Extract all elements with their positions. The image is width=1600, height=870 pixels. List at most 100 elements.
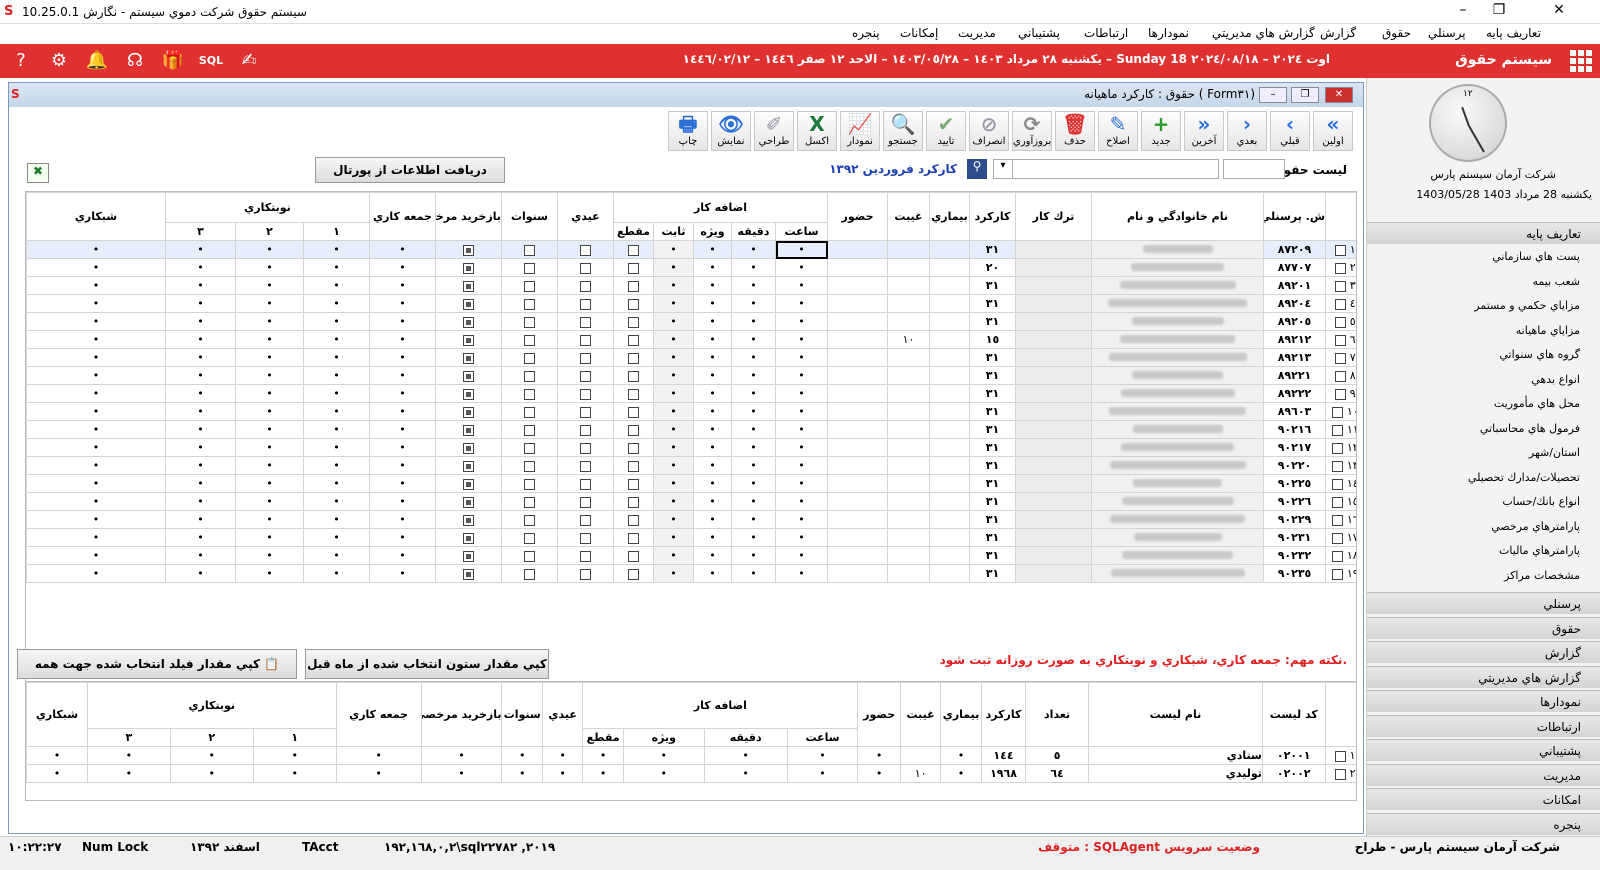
table-row[interactable]: ١٢ ٩٠٢١٧٣١••••••••• [26, 438, 1356, 457]
section-5[interactable]: ارتباطات [1367, 714, 1600, 737]
section-0[interactable]: پرسنلي [1367, 592, 1600, 614]
binoculars-icon[interactable]: ⚲ [967, 159, 987, 179]
section-base[interactable]: تعاريف پايه [1367, 222, 1600, 244]
section-4[interactable]: نمودارها [1367, 690, 1600, 712]
toolbar-edit-button[interactable]: ✎ اصلاح [1098, 111, 1138, 151]
toolbar-excel-button[interactable]: X اكسل [797, 111, 837, 151]
toolbar-plus-button[interactable]: + جديد [1141, 111, 1181, 151]
minimize-button[interactable]: – [1448, 2, 1478, 22]
toolbar-prev-button[interactable]: ‹ قبلي [1270, 111, 1310, 151]
menu-9[interactable]: إمكانات [900, 26, 938, 40]
table-row[interactable]: ١٤ ٩٠٢٢٥٣١••••••••• [26, 474, 1356, 493]
menu-8[interactable]: مديريت [958, 26, 996, 40]
menu-6[interactable]: ارتباطات [1084, 26, 1128, 40]
toolbar-first-button[interactable]: «اولين [1313, 111, 1353, 151]
col-shab: شبكاري [26, 192, 166, 241]
toolbar-last-button[interactable]: » آخرين [1184, 111, 1224, 151]
toolbar-next-button[interactable]: › بعدي [1227, 111, 1267, 151]
table-row[interactable]: ١ ٨٧٢٠٩ ٣١ • • • • • • • • • [26, 240, 1356, 259]
nav-item-1[interactable]: شعب بيمه [1533, 275, 1580, 288]
lists-grid[interactable]: كد ليست نام ليست تعداد كاركرد بيماري غيبت حضور… [25, 681, 1357, 801]
list-code-input[interactable] [1223, 159, 1285, 179]
form-minimize-button[interactable]: – [1259, 87, 1287, 103]
signature-icon[interactable]: ✍ [236, 49, 262, 73]
nav-item-6[interactable]: محل هاي مأموريت [1494, 397, 1580, 410]
nav-item-3[interactable]: مزاياي ماهيانه [1516, 324, 1580, 337]
copy-prev-month-button[interactable]: كپي مقدار ستون انتخاب شده از ماه قبل [305, 649, 549, 679]
chevron-down-icon[interactable]: ▾ [993, 159, 1013, 179]
toolbar-trash-button[interactable]: 🗑 حذف [1055, 111, 1095, 151]
section-6[interactable]: پشتيباني [1367, 739, 1600, 761]
menu-3[interactable]: گزارش [1320, 26, 1356, 40]
section-3[interactable]: گزارش هاي مديريتي [1367, 665, 1600, 688]
apps-grid-icon[interactable] [1570, 50, 1592, 72]
nav-item-2[interactable]: مزاياي حكمي و مستمر [1474, 299, 1580, 312]
table-row[interactable]: ٦ ٨٩٢١٢ ١٥ ١٠ • • • • • • • • • [26, 330, 1356, 349]
row-checkbox [1332, 532, 1344, 544]
copy-all-button[interactable]: كپي مقدار فيلد انتخاب شده جهت همه 📋 [17, 649, 297, 679]
table-row[interactable]: ٨ ٨٩٢٢١ ٣١ • • • • • • • • • [26, 366, 1356, 385]
gift-icon[interactable]: 🎁 [160, 49, 186, 73]
table-row[interactable]: ٢ ٠٢٠٠٢ توليدي ٦٤ ١٩٦٨ • ١٠ • • • • • • • • • • • • • [26, 764, 1356, 783]
toolbar-print-button[interactable]: 🖶 چاپ [668, 111, 708, 151]
excel-export-icon[interactable]: ✖ [27, 163, 49, 183]
bell-icon[interactable]: 🔔 [84, 49, 110, 73]
nav-item-12[interactable]: پارامترهاي ماليات [1499, 544, 1580, 557]
toolbar-search-button[interactable]: 🔍 جستجو [883, 111, 923, 151]
employees-grid[interactable]: ش. پرسنلي نام خانوادگي و نام ترك كار كاركرد… [25, 191, 1357, 691]
portal-button[interactable]: دريافت اطلاعات از پورتال [315, 157, 505, 183]
table-row[interactable]: ١٥ ٩٠٢٢٦٣١••••••••• [26, 492, 1356, 511]
nav-item-9[interactable]: تحصيلات/مدارك تحصيلي [1468, 471, 1580, 484]
table-row[interactable]: ١١ ٩٠٢١٦٣١••••••••• [26, 420, 1356, 439]
nav-item-8[interactable]: استان/شهر [1529, 446, 1580, 459]
table-row[interactable]: ١٧ ٩٠٢٣١٣١••••••••• [26, 528, 1356, 547]
menu-0[interactable]: تعاريف پايه [1486, 26, 1541, 40]
menu-2[interactable]: حقوق [1382, 26, 1411, 40]
nav-item-4[interactable]: گروه هاي سنواتي [1499, 348, 1580, 361]
gear-icon[interactable]: ⚙ [46, 49, 72, 73]
close-button[interactable]: ✕ [1544, 2, 1574, 22]
headset-icon[interactable]: ☊ [122, 49, 148, 73]
toolbar-chart-button[interactable]: 📈 نمودار [840, 111, 880, 151]
list-name-input[interactable] [993, 159, 1219, 179]
toolbar-cancel-button[interactable]: ⊘ انصراف [969, 111, 1009, 151]
form-restore-button[interactable]: ❐ [1291, 87, 1319, 103]
nav-item-11[interactable]: پارامترهاي مرخصي [1491, 520, 1580, 533]
menu-4[interactable]: گزارش هاي مديريتي [1212, 26, 1315, 40]
table-row[interactable]: ٤ ٨٩٢٠٤ ٣١ • • • • • • • • • [26, 294, 1356, 313]
table-row[interactable]: ٢ ٨٧٧٠٧ ٢٠ • • • • • • • • • [26, 258, 1356, 277]
nav-item-10[interactable]: انواع بانك/حساب [1502, 495, 1580, 508]
table-row[interactable]: ١٣ ٩٠٢٢٠٣١••••••••• [26, 456, 1356, 475]
nav-item-13[interactable]: مشخصات مراكز [1504, 569, 1580, 582]
section-2[interactable]: گزارش [1367, 641, 1600, 663]
table-row[interactable]: ١٠ ٨٩٦٠٣٣١••••••••• [26, 402, 1356, 421]
sql-icon[interactable]: SQL [198, 49, 224, 73]
table-row[interactable]: ٧ ٨٩٢١٣ ٣١ • • • • • • • • • [26, 348, 1356, 367]
table-row[interactable]: ٥ ٨٩٢٠٥ ٣١ • • • • • • • • • [26, 312, 1356, 331]
section-1[interactable]: حقوق [1367, 616, 1600, 639]
form-close-button[interactable]: ✕ [1325, 87, 1353, 103]
table-row[interactable]: ١٦ ٩٠٢٢٩٣١••••••••• [26, 510, 1356, 529]
section-7[interactable]: مديريت [1367, 763, 1600, 786]
maximize-button[interactable]: ❐ [1484, 2, 1514, 22]
table-row[interactable]: ٩ ٨٩٢٢٢ ٣١ • • • • • • • • • [26, 384, 1356, 403]
table-row[interactable]: ١٩ ٩٠٢٣٥٣١••••••••• [26, 564, 1356, 583]
status-month: اسفند ١٣٩٢ [190, 840, 260, 854]
menu-1[interactable]: پرسنلي [1428, 26, 1466, 40]
nav-item-7[interactable]: فرمول هاي محاسباتي [1480, 422, 1580, 435]
section-8[interactable]: امكانات [1367, 788, 1600, 810]
nav-item-5[interactable]: انواع بدهي [1531, 373, 1580, 386]
table-row[interactable]: ٣ ٨٩٢٠١ ٣١ • • • • • • • • • [26, 276, 1356, 295]
table-row[interactable]: ١٨ ٩٠٢٣٢٣١••••••••• [26, 546, 1356, 565]
toolbar-check-button[interactable]: ✔ تاييد [926, 111, 966, 151]
toolbar-design-button[interactable]: ✐ طراحي [754, 111, 794, 151]
toolbar-refresh-button[interactable]: ⟳ بروزآوري [1012, 111, 1052, 151]
menu-7[interactable]: پشتيباني [1018, 26, 1060, 40]
nav-item-0[interactable]: پست هاي سازماني [1492, 250, 1580, 263]
table-row[interactable]: ١ ٠٢٠٠١ ستادي ٥ ١٤٤ • • • • • • • • • • • • • • [26, 746, 1356, 765]
section-9[interactable]: پنجره [1367, 812, 1600, 835]
menu-5[interactable]: نمودارها [1148, 26, 1189, 40]
help-icon[interactable]: ? [8, 49, 34, 73]
menu-10[interactable]: پنجره [852, 26, 880, 40]
toolbar-eye-button[interactable]: 👁 نمايش [711, 111, 751, 151]
